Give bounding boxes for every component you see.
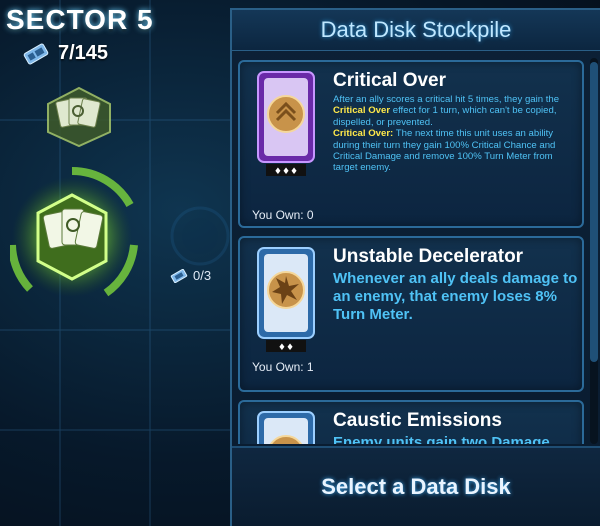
panel-header: Data Disk Stockpile [232, 10, 600, 51]
disk-count-text: 7/145 [58, 42, 109, 64]
disk-description: Whenever an ally deals damage to an enem… [333, 270, 578, 323]
data-disk-icon [23, 43, 49, 64]
total-disk-counter: 7/145 [22, 42, 108, 65]
disk-description: After an ally scores a critical hit 5 ti… [333, 94, 560, 174]
critical-over-disk-icon: ♦♦♦ [257, 71, 315, 177]
scrollbar-thumb[interactable] [590, 62, 598, 362]
sector-title: SECTOR 5 [6, 4, 154, 35]
disk-card-critical-over[interactable]: ♦♦♦ You Own: 0 Critical Over After an al… [238, 60, 584, 228]
disk-card-caustic-emissions[interactable]: Caustic Emissions Enemy units gain two D… [238, 400, 584, 444]
node-counter-text: 0/3 [193, 268, 212, 283]
disk-card-unstable-decelerator[interactable]: ♦♦ You Own: 1 Unstable Decelerator Whene… [238, 236, 584, 392]
data-disk-stockpile-panel: Data Disk Stockpile ♦♦♦ You Own: 0 Criti… [230, 8, 600, 526]
panel-title: Data Disk Stockpile [320, 17, 512, 42]
map-node-current[interactable] [10, 165, 160, 315]
owned-count: You Own: 1 [252, 360, 314, 374]
unstable-decelerator-disk-icon: ♦♦ [257, 247, 315, 353]
sector-map: SECTOR 5 7/145 0/3 [0, 0, 232, 526]
map-node-upper[interactable] [44, 86, 114, 148]
tier-diamonds: ♦♦ [278, 343, 294, 353]
disk-name: Critical Over [333, 70, 446, 91]
node-disk-counter: 0/3 [170, 268, 211, 283]
disk-description: Enemy units gain two Damage [333, 434, 550, 444]
disk-name: Caustic Emissions [333, 410, 502, 431]
tier-diamonds: ♦♦♦ [274, 167, 298, 177]
caustic-emissions-disk-icon [257, 411, 315, 444]
select-data-disk-button[interactable]: Select a Data Disk [232, 446, 600, 526]
list-scrollbar[interactable] [590, 58, 598, 444]
select-data-disk-label: Select a Data Disk [321, 474, 511, 499]
data-disk-icon-small [170, 268, 188, 283]
disk-name: Unstable Decelerator [333, 246, 524, 267]
disk-list[interactable]: ♦♦♦ You Own: 0 Critical Over After an al… [232, 58, 586, 444]
owned-count: You Own: 0 [252, 208, 314, 222]
